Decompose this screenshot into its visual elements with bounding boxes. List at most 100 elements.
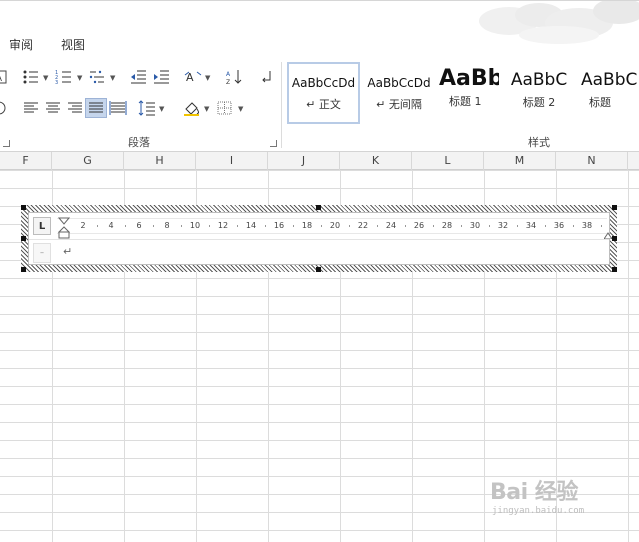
style-sample: AaBb bbox=[439, 66, 499, 91]
paragraph-group-launcher-icon[interactable] bbox=[270, 140, 277, 147]
column-header[interactable]: F bbox=[0, 152, 52, 170]
ruler-tick bbox=[573, 225, 574, 227]
resize-handle-bottom[interactable] bbox=[316, 267, 321, 272]
column-header[interactable]: N bbox=[556, 152, 628, 170]
ruler-tick bbox=[405, 225, 406, 227]
ruler-number: 24 bbox=[385, 221, 397, 230]
right-indent-marker-icon[interactable] bbox=[604, 231, 612, 239]
asian-layout-icon[interactable]: A bbox=[184, 69, 202, 85]
shading-icon[interactable] bbox=[183, 100, 201, 116]
baidu-jingyan-watermark: Bai 经验 jingyan.baidu.com bbox=[490, 474, 610, 526]
column-header[interactable]: J bbox=[268, 152, 340, 170]
ruler-tick bbox=[265, 225, 266, 227]
style-title[interactable]: AaBbC 标题 bbox=[577, 62, 639, 124]
resize-handle-top[interactable] bbox=[316, 205, 321, 210]
style-name: 标题 bbox=[589, 96, 611, 109]
style-sample: AaBbC bbox=[510, 70, 568, 90]
resize-handle-bottom-left[interactable] bbox=[21, 267, 26, 272]
ruler-number: 34 bbox=[525, 221, 537, 230]
vertical-ruler: – bbox=[33, 243, 51, 263]
style-normal[interactable]: AaBbCcDd ↵ 正文 bbox=[287, 62, 360, 124]
ruler-tick bbox=[433, 225, 434, 227]
ruler-tick bbox=[517, 225, 518, 227]
column-header[interactable]: L bbox=[412, 152, 484, 170]
style-sample: AaBbC bbox=[581, 70, 638, 90]
increase-indent-icon[interactable] bbox=[152, 69, 170, 85]
ruler-tick bbox=[125, 225, 126, 227]
column-header-row: F G H I J K L M N bbox=[0, 152, 639, 170]
text-highlight-icon[interactable]: A bbox=[0, 69, 8, 85]
multilevel-list-icon[interactable] bbox=[88, 69, 106, 85]
shading-dropdown-icon[interactable]: ▼ bbox=[204, 105, 209, 113]
distributed-icon[interactable] bbox=[109, 100, 127, 116]
style-heading-1[interactable]: AaBb 标题 1 bbox=[437, 62, 499, 124]
embedded-document-frame[interactable]: L 2 4 6 8 10 12 14 16 18 20 22 24 26 28 30 32 34 36 38 – ↵ bbox=[21, 205, 617, 272]
bullets-icon[interactable] bbox=[22, 69, 40, 85]
styles-gallery: AaBbCcDd ↵ 正文 AaBbCcDd ↵ 无间隔 AaBb 标题 1 A… bbox=[287, 62, 639, 124]
sort-icon[interactable]: AZ bbox=[225, 69, 243, 85]
column-header[interactable]: K bbox=[340, 152, 412, 170]
ribbon: A ▼ 123 ▼ ▼ A ▼ AZ bbox=[0, 56, 639, 152]
column-header[interactable]: G bbox=[52, 152, 124, 170]
style-heading-2[interactable]: AaBbC 标题 2 bbox=[505, 62, 573, 124]
tab-view[interactable]: 视图 bbox=[61, 36, 85, 53]
style-name: ↵ 正文 bbox=[306, 98, 341, 111]
ruler-number: 30 bbox=[469, 221, 481, 230]
style-no-spacing[interactable]: AaBbCcDd ↵ 无间隔 bbox=[363, 62, 435, 124]
group-separator bbox=[281, 62, 282, 148]
embedded-document[interactable]: L 2 4 6 8 10 12 14 16 18 20 22 24 26 28 30 32 34 36 38 – ↵ bbox=[28, 212, 612, 265]
indent-marker-icon[interactable] bbox=[58, 217, 70, 239]
watermark-brand: Bai 经验 bbox=[490, 480, 578, 505]
align-right-icon[interactable] bbox=[66, 100, 84, 116]
style-name: 标题 1 bbox=[449, 95, 482, 108]
ruler-number: 16 bbox=[273, 221, 285, 230]
ruler-number: 28 bbox=[441, 221, 453, 230]
decrease-indent-icon[interactable] bbox=[129, 69, 147, 85]
style-sample: AaBbCcDd bbox=[291, 76, 356, 90]
ruler-tick bbox=[321, 225, 322, 227]
enclose-character-icon[interactable] bbox=[0, 100, 8, 116]
font-group-launcher-icon[interactable] bbox=[3, 140, 10, 147]
resize-handle-left[interactable] bbox=[21, 236, 26, 241]
resize-handle-top-right[interactable] bbox=[612, 205, 617, 210]
justify-icon[interactable] bbox=[87, 100, 105, 116]
ruler-number: 12 bbox=[217, 221, 229, 230]
resize-handle-bottom-right[interactable] bbox=[612, 267, 617, 272]
show-marks-icon[interactable] bbox=[258, 69, 276, 85]
tab-review[interactable]: 审阅 bbox=[9, 36, 33, 53]
ribbon-tabs: 审阅 视图 bbox=[0, 32, 639, 56]
align-left-icon[interactable] bbox=[22, 100, 40, 116]
paragraph-mark-icon[interactable]: ↵ bbox=[63, 245, 72, 258]
align-center-icon[interactable] bbox=[44, 100, 62, 116]
borders-dropdown-icon[interactable]: ▼ bbox=[238, 105, 243, 113]
asian-layout-dropdown-icon[interactable]: ▼ bbox=[205, 74, 210, 82]
line-spacing-dropdown-icon[interactable]: ▼ bbox=[159, 105, 164, 113]
style-sample: AaBbCcDd bbox=[367, 76, 431, 90]
ruler-number: 8 bbox=[164, 221, 170, 230]
svg-text:A: A bbox=[226, 71, 231, 78]
resize-handle-top-left[interactable] bbox=[21, 205, 26, 210]
ruler-number: 36 bbox=[553, 221, 565, 230]
svg-text:3: 3 bbox=[55, 80, 58, 85]
tab-stop-selector[interactable]: L bbox=[33, 217, 51, 235]
ruler-tick bbox=[153, 225, 154, 227]
ruler-tick bbox=[181, 225, 182, 227]
numbering-dropdown-icon[interactable]: ▼ bbox=[77, 74, 82, 82]
title-bar bbox=[0, 0, 639, 44]
column-header[interactable]: M bbox=[484, 152, 556, 170]
ruler-number: 6 bbox=[136, 221, 142, 230]
borders-icon[interactable] bbox=[216, 100, 234, 116]
column-header[interactable]: I bbox=[196, 152, 268, 170]
horizontal-ruler[interactable]: L 2 4 6 8 10 12 14 16 18 20 22 24 26 28 30 32 34 36 38 bbox=[29, 213, 612, 240]
ruler-tick bbox=[489, 225, 490, 227]
resize-handle-right[interactable] bbox=[612, 236, 617, 241]
ruler-number: 22 bbox=[357, 221, 369, 230]
ruler-tick bbox=[545, 225, 546, 227]
ruler-tick bbox=[237, 225, 238, 227]
bullets-dropdown-icon[interactable]: ▼ bbox=[43, 74, 48, 82]
multilevel-dropdown-icon[interactable]: ▼ bbox=[110, 74, 115, 82]
ruler-number: 4 bbox=[108, 221, 114, 230]
column-header[interactable]: H bbox=[124, 152, 196, 170]
line-spacing-icon[interactable] bbox=[138, 100, 156, 116]
numbering-icon[interactable]: 123 bbox=[55, 69, 73, 85]
